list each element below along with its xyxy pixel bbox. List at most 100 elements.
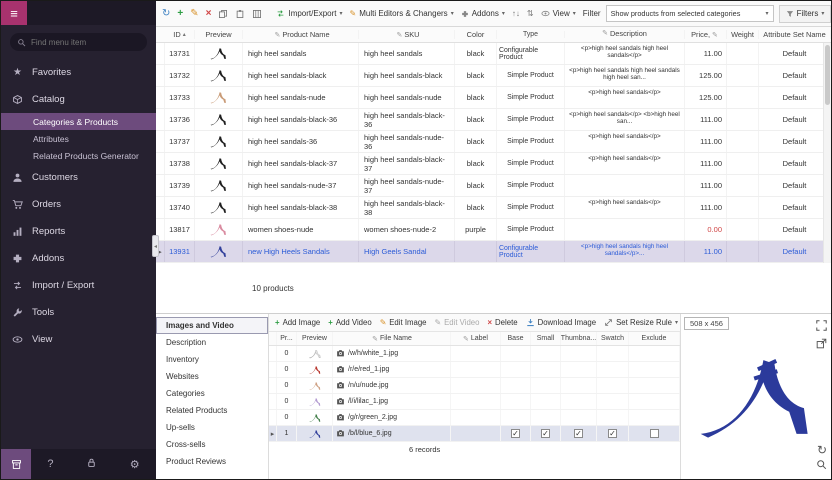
column-header-id[interactable]: ID▴ (165, 30, 195, 39)
column-header-color[interactable]: Color (455, 30, 497, 39)
tab-up-sells[interactable]: Up-sells (156, 419, 268, 436)
download-image-button[interactable]: Download Image (526, 318, 597, 327)
sidebar-item-favorites[interactable]: ★Favorites (1, 59, 156, 86)
delete-image-button[interactable]: ×Delete (487, 318, 517, 327)
gear-icon[interactable]: ⚙ (130, 458, 140, 471)
zoom-icon[interactable] (816, 457, 827, 475)
table-row[interactable]: 13733 high heel sandals-nude high heel s… (156, 87, 831, 109)
column-header-weight[interactable]: Weight (727, 30, 759, 39)
tab-images-and-video[interactable]: Images and Video (156, 317, 268, 334)
exclude-checkbox[interactable] (650, 429, 659, 438)
table-row[interactable]: 13736 high heel sandals-black-36 high he… (156, 109, 831, 131)
table-row-selected[interactable]: ▸ 13931 new High Heels Sandals High Geel… (156, 241, 831, 263)
sidebar-item-categories-products[interactable]: Categories & Products (1, 113, 156, 130)
tab-inventory[interactable]: Inventory (156, 351, 268, 368)
sidebar-item-catalog[interactable]: Catalog (1, 86, 156, 113)
column-header-small[interactable]: Small (531, 332, 561, 345)
sidebar-item-view[interactable]: View (1, 326, 156, 353)
help-icon[interactable]: ? (47, 458, 53, 470)
refresh-icon[interactable]: ↻ (162, 9, 170, 19)
column-header-preview[interactable]: Preview (195, 30, 243, 39)
column-header-sku[interactable]: ✎SKU (359, 30, 455, 39)
image-row[interactable]: 0 /n/u/nude.jpg (269, 378, 680, 394)
cell-description: <p>high heel sandals high heel sandals</… (565, 241, 685, 262)
image-row[interactable]: 0 /r/e/red_1.jpg (269, 362, 680, 378)
table-row[interactable]: 13817 women shoes-nude women shoes-nude-… (156, 219, 831, 241)
sidebar-item-related-products-generator[interactable]: Related Products Generator (1, 147, 156, 164)
copy-icon[interactable] (218, 9, 228, 19)
sidebar-item-tools[interactable]: Tools (1, 299, 156, 326)
columns-icon[interactable] (252, 9, 262, 19)
sidebar-item-customers[interactable]: Customers (1, 164, 156, 191)
image-row[interactable]: 0 /w/h/white_1.jpg (269, 346, 680, 362)
column-header-description[interactable]: ✎Description (565, 30, 685, 39)
column-header-base[interactable]: Base (501, 332, 531, 345)
sidebar-search[interactable] (10, 33, 147, 51)
vertical-scrollbar[interactable] (823, 43, 831, 263)
column-header-exclude[interactable]: Exclude (629, 332, 680, 345)
sidebar-item-addons[interactable]: Addons (1, 245, 156, 272)
view-menu[interactable]: View▾ (541, 9, 576, 18)
tab-related-products[interactable]: Related Products (156, 402, 268, 419)
fullscreen-icon[interactable] (816, 318, 827, 336)
small-checkbox[interactable] (541, 429, 550, 438)
sidebar-item-reports[interactable]: Reports (1, 218, 156, 245)
category-filter-select[interactable]: Show products from selected categories▾ (606, 5, 774, 22)
store-button[interactable] (1, 449, 31, 479)
table-row[interactable]: 13740 high heel sandals-black-38 high he… (156, 197, 831, 219)
table-row[interactable]: 13738 high heel sandals-black-37 high he… (156, 153, 831, 175)
addons-menu[interactable]: Addons▾ (461, 9, 505, 18)
tab-description[interactable]: Description (156, 334, 268, 351)
open-external-icon[interactable] (816, 336, 827, 354)
cell-type: Simple Product (497, 87, 565, 108)
paste-icon[interactable] (235, 9, 245, 19)
table-row[interactable]: 13731 high heel sandals high heel sandal… (156, 43, 831, 65)
search-input[interactable] (31, 38, 140, 47)
column-header-file-name[interactable]: ✎File Name (333, 332, 451, 345)
rotate-icon[interactable]: ↻ (817, 443, 827, 457)
base-checkbox[interactable] (511, 429, 520, 438)
add-image-button[interactable]: +Add Image (275, 318, 320, 327)
image-row-selected[interactable]: ▸ 1 /b/l/blue_6.jpg (269, 426, 680, 442)
import-export-menu[interactable]: Import/Export▾ (276, 9, 342, 18)
lock-icon[interactable] (86, 457, 97, 471)
column-header-price[interactable]: Price,✎ (685, 30, 727, 39)
sort-desc-icon[interactable]: ⇅ (527, 10, 534, 18)
edit-product-icon[interactable]: ✎ (190, 9, 198, 19)
tab-categories[interactable]: Categories (156, 385, 268, 402)
set-resize-rule-button[interactable]: Set Resize Rule▾ (604, 318, 678, 327)
edit-video-button[interactable]: ✎Edit Video (435, 318, 480, 327)
column-header-priority[interactable]: Pr... (277, 332, 297, 345)
thumbnail-checkbox[interactable] (574, 429, 583, 438)
add-product-icon[interactable]: + (177, 9, 183, 19)
filters-button[interactable]: Filters▾ (779, 5, 832, 23)
sidebar-collapse-handle[interactable]: ◂ (152, 235, 159, 257)
tab-websites[interactable]: Websites (156, 368, 268, 385)
sidebar-item-attributes[interactable]: Attributes (1, 130, 156, 147)
sidebar-item-import-export[interactable]: Import / Export (1, 272, 156, 299)
column-header-attribute-set[interactable]: Attribute Set Name (759, 30, 831, 39)
table-row[interactable]: 13737 high heel sandals-36 high heel san… (156, 131, 831, 153)
sidebar-item-orders[interactable]: Orders (1, 191, 156, 218)
image-row[interactable]: 0 /l/i/lilac_1.jpg (269, 394, 680, 410)
column-header-product-name[interactable]: ✎Product Name (243, 30, 359, 39)
scrollbar-thumb[interactable] (825, 45, 830, 105)
column-header-type[interactable]: Type (497, 31, 565, 38)
column-header-swatch[interactable]: Swatch (597, 332, 629, 345)
sidebar-item-label: Related Products Generator (33, 151, 139, 161)
add-video-button[interactable]: +Add Video (328, 318, 371, 327)
menu-button[interactable]: ≡ (1, 1, 27, 25)
image-row[interactable]: 0 /g/r/green_2.jpg (269, 410, 680, 426)
table-row[interactable]: 13732 high heel sandals-black high heel … (156, 65, 831, 87)
tab-cross-sells[interactable]: Cross-sells (156, 436, 268, 453)
column-header-preview[interactable]: Preview (297, 332, 333, 345)
column-header-label[interactable]: ✎Label (451, 332, 501, 345)
sort-asc-icon[interactable]: ↑↓ (512, 10, 520, 18)
tab-product-reviews[interactable]: Product Reviews (156, 453, 268, 470)
table-row[interactable]: 13739 high heel sandals-nude-37 high hee… (156, 175, 831, 197)
column-header-thumbnail[interactable]: Thumbna... (561, 332, 597, 345)
multi-editors-menu[interactable]: ✎Multi Editors & Changers▾ (350, 9, 454, 18)
delete-product-icon[interactable]: × (206, 9, 212, 19)
edit-image-button[interactable]: ✎Edit Image (380, 318, 427, 327)
swatch-checkbox[interactable] (608, 429, 617, 438)
